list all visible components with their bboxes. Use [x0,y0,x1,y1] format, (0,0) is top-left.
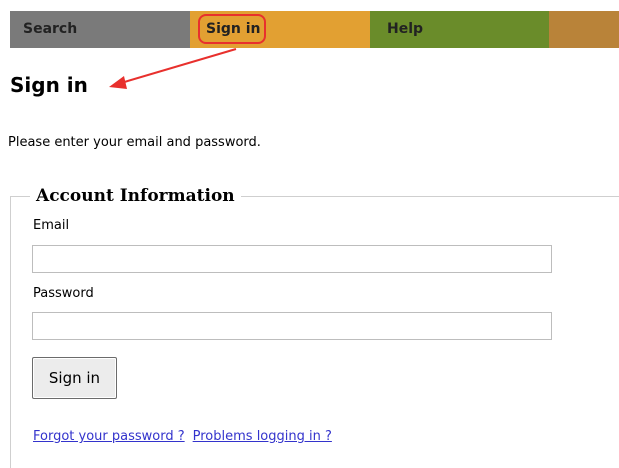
email-field[interactable] [32,245,552,273]
page: Search Sign in Help Sign in Please enter… [0,0,619,468]
sign-in-button[interactable]: Sign in [32,357,117,399]
top-nav: Search Sign in Help [10,11,619,48]
page-title: Sign in [10,73,88,97]
help-links: Forgot your password ? Problems logging i… [33,429,332,444]
password-field[interactable] [32,312,552,340]
password-label: Password [33,286,94,301]
tab-sign-in[interactable]: Sign in [190,11,370,48]
tab-sign-in-label: Sign in [206,21,261,37]
tab-help-label: Help [387,21,424,37]
email-label: Email [33,218,70,233]
forgot-password-link[interactable]: Forgot your password ? [33,429,185,444]
tab-search[interactable]: Search [10,11,190,48]
problems-logging-in-link[interactable]: Problems logging in ? [193,429,332,444]
tab-help[interactable]: Help [370,11,549,48]
intro-text: Please enter your email and password. [8,135,261,150]
fieldset-legend: Account Information [30,185,241,207]
tab-search-label: Search [23,21,78,37]
tab-extra[interactable] [549,11,619,48]
